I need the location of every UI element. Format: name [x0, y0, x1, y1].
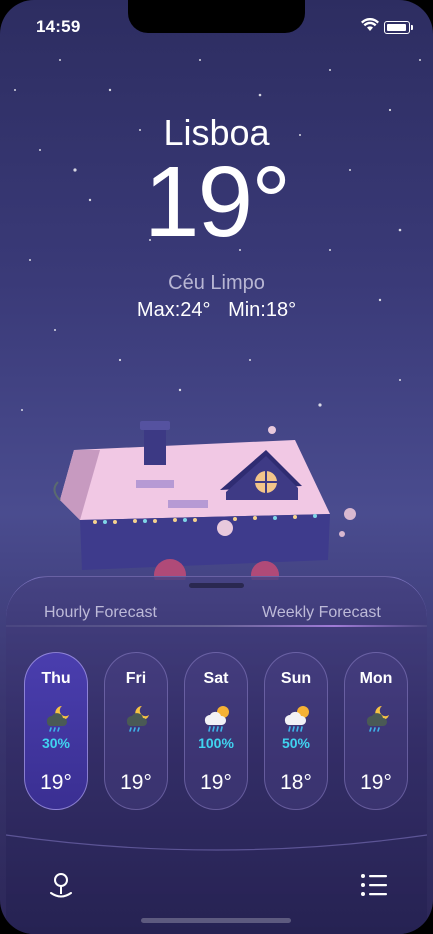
min-temperature: Min:18° — [228, 299, 297, 321]
moon-cloud-rain-icon — [361, 702, 393, 734]
forecast-day: Sat — [203, 670, 229, 687]
location-pin-icon[interactable] — [48, 872, 74, 900]
moon-cloud-rain-icon — [41, 702, 73, 734]
forecast-temperature: 19° — [40, 771, 72, 794]
forecast-card-thu[interactable]: Thu 30% 19° — [24, 652, 88, 810]
forecast-card-mon[interactable]: Mon 19° — [344, 652, 408, 810]
forecast-day: Fri — [125, 670, 147, 687]
list-icon[interactable] — [360, 872, 388, 898]
forecast-card-sun[interactable]: Sun 50% 18° — [264, 652, 328, 810]
sheet-drag-handle[interactable] — [189, 583, 244, 588]
forecast-temperature: 19° — [120, 771, 152, 794]
house-illustration — [53, 421, 356, 580]
forecast-card-sat[interactable]: Sat 100% 19° — [184, 652, 248, 810]
forecast-day: Mon — [359, 670, 393, 687]
moon-cloud-rain-icon — [121, 702, 153, 734]
status-bar: 14:59 — [0, 0, 433, 50]
home-indicator[interactable] — [141, 918, 291, 923]
forecast-precipitation: 30% — [41, 735, 71, 751]
forecast-card-fri[interactable]: Fri 19° — [104, 652, 168, 810]
weather-screen: 14:59 Lisboa 19° Céu Limpo Max:24° Min:1… — [0, 0, 433, 934]
battery-cap — [411, 25, 413, 30]
tab-bar-arc — [6, 834, 427, 851]
battery-icon — [384, 21, 410, 34]
current-temperature: 19° — [143, 146, 291, 258]
sun-cloud-rain-icon — [201, 702, 233, 734]
forecast-temperature: 19° — [360, 771, 392, 794]
high-low-temperature: Max:24° Min:18° — [0, 299, 433, 322]
wifi-icon — [361, 18, 379, 31]
weather-condition: Céu Limpo — [168, 272, 265, 294]
forecast-day: Sun — [280, 670, 312, 687]
sun-cloud-rain-icon — [281, 702, 313, 734]
forecast-day: Thu — [41, 670, 71, 687]
forecast-precipitation: 100% — [198, 735, 234, 751]
tab-weekly-forecast[interactable]: Weekly Forecast — [262, 604, 381, 622]
max-temperature: Max:24° — [136, 299, 211, 321]
forecast-temperature: 18° — [280, 771, 312, 794]
forecast-temperature: 19° — [200, 771, 232, 794]
tab-hourly-forecast[interactable]: Hourly Forecast — [44, 604, 157, 622]
tab-divider — [6, 625, 427, 627]
forecast-precipitation: 50% — [281, 735, 311, 751]
status-time: 14:59 — [36, 17, 81, 36]
